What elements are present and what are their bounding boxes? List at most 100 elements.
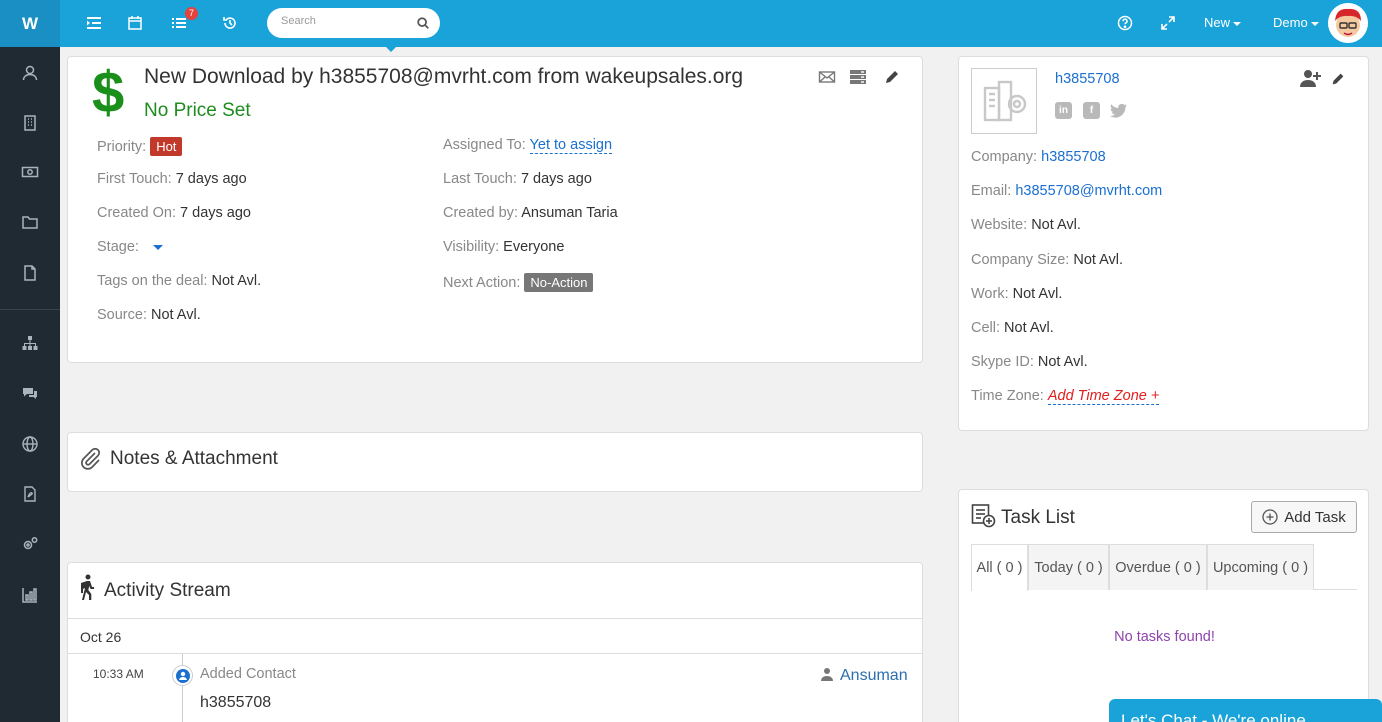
mail-icon[interactable] (818, 68, 836, 86)
work-label: Work: (971, 286, 1009, 302)
stage-field: Stage: (97, 239, 163, 255)
sidebar-item-reports-doc[interactable] (0, 474, 60, 514)
history-icon[interactable] (219, 12, 241, 34)
assigned-field: Assigned To: Yet to assign (443, 137, 613, 154)
sidebar-item-web[interactable] (0, 424, 60, 464)
activity-date: Oct 26 (80, 629, 122, 645)
money-icon (21, 166, 39, 178)
chevron-down-icon (1310, 21, 1319, 26)
activity-card: Activity Stream Oct 26 10:33 AM Added Co… (67, 562, 923, 722)
contact-name-link[interactable]: h3855708 (1055, 71, 1120, 87)
page-pointer (386, 47, 396, 52)
email-link[interactable]: h3855708@mvrht.com (1015, 183, 1162, 199)
task-list-title: Task List (1001, 507, 1075, 528)
search-input[interactable] (281, 15, 411, 27)
folder-icon (22, 216, 38, 229)
task-list-icon (971, 504, 996, 528)
linkedin-icon[interactable]: in (1055, 102, 1072, 119)
sidebar-item-analytics[interactable] (0, 575, 60, 615)
add-timezone-link[interactable]: Add Time Zone + (1047, 388, 1160, 405)
notes-card: Notes & Attachment (67, 432, 923, 492)
search-icon[interactable] (416, 16, 430, 30)
live-chat-widget[interactable]: Let's Chat - We're online (1109, 699, 1382, 722)
tags-label: Tags on the deal: (97, 273, 208, 289)
sidebar-item-contacts[interactable] (0, 53, 60, 93)
company-link[interactable]: h3855708 (1041, 149, 1106, 165)
facebook-icon[interactable]: f (1083, 102, 1100, 119)
twitter-icon[interactable] (1110, 103, 1128, 119)
menu-indent-icon[interactable] (83, 12, 105, 34)
add-task-button[interactable]: Add Task (1251, 501, 1357, 533)
skype-field: Skype ID: Not Avl. (971, 354, 1088, 370)
tab-upcoming[interactable]: Upcoming ( 0 ) (1207, 544, 1314, 590)
chat-label: Let's Chat - We're online (1121, 711, 1306, 722)
visibility-label: Visibility: (443, 239, 500, 255)
deal-title: New Download by h3855708@mvrht.com from … (144, 65, 744, 88)
sidebar-item-settings[interactable] (0, 524, 60, 564)
avatar[interactable] (1328, 3, 1368, 43)
first-touch-value: 7 days ago (175, 171, 247, 187)
sidebar-item-folders[interactable] (0, 202, 60, 242)
skype-value: Not Avl. (1037, 354, 1088, 370)
work-value: Not Avl. (1012, 286, 1063, 302)
calendar-icon[interactable] (124, 12, 146, 34)
created-by-label: Created by: (443, 205, 518, 221)
company-label: Company: (971, 149, 1038, 165)
edit-icon[interactable] (883, 68, 901, 86)
contact-card: h3855708 in f Company: h3855708 Email: h… (958, 56, 1369, 431)
sidebar-item-documents[interactable] (0, 253, 60, 293)
website-label: Website: (971, 217, 1028, 233)
sidebar-item-companies[interactable] (0, 103, 60, 143)
activity-user-link[interactable]: Ansuman (840, 667, 908, 685)
contact-added-icon (172, 665, 193, 686)
comments-icon (23, 388, 37, 399)
edit-icon[interactable] (1330, 71, 1346, 87)
tab-today[interactable]: Today ( 0 ) (1028, 544, 1109, 590)
tab-overdue[interactable]: Overdue ( 0 ) (1109, 544, 1207, 590)
expand-icon[interactable] (1157, 12, 1179, 34)
skype-label: Skype ID: (971, 354, 1034, 370)
activity-subject[interactable]: h3855708 (200, 694, 271, 712)
plus-circle-icon (1262, 509, 1278, 525)
activity-action: Added Contact (200, 666, 296, 682)
created-by-field: Created by: Ansuman Taria (443, 205, 618, 221)
deal-price: No Price Set (144, 100, 251, 121)
next-action-badge[interactable]: No-Action (524, 273, 594, 292)
cell-field: Cell: Not Avl. (971, 320, 1054, 336)
new-menu[interactable]: New (1204, 15, 1242, 30)
task-list-card: Task List Add Task All ( 0 ) Today ( 0 )… (958, 489, 1369, 722)
created-on-label: Created On: (97, 205, 176, 221)
building-icon (24, 115, 36, 131)
assign-link[interactable]: Yet to assign (529, 137, 613, 154)
help-icon[interactable] (1114, 12, 1136, 34)
sidebar-item-deals[interactable] (0, 152, 60, 192)
add-user-icon[interactable] (1300, 69, 1322, 87)
website-field: Website: Not Avl. (971, 217, 1081, 233)
dollar-icon: $ (92, 60, 125, 125)
company-size-value: Not Avl. (1073, 252, 1124, 268)
sidebar-item-hierarchy[interactable] (0, 323, 60, 363)
priority-badge[interactable]: Hot (150, 137, 183, 156)
visibility-value: Everyone (503, 239, 565, 255)
cell-label: Cell: (971, 320, 1001, 336)
file-icon (24, 265, 36, 281)
task-list-icon[interactable]: 7 (168, 7, 198, 34)
sidebar-item-chat[interactable] (0, 373, 60, 413)
sidebar (0, 47, 60, 722)
stage-dropdown-icon[interactable] (152, 244, 163, 250)
cell-value: Not Avl. (1004, 320, 1054, 336)
activity-title: Activity Stream (104, 580, 231, 601)
tab-all[interactable]: All ( 0 ) (971, 544, 1028, 591)
priority-label: Priority: (97, 139, 147, 155)
user-menu[interactable]: Demo (1273, 15, 1319, 30)
chevron-down-icon (1233, 21, 1242, 26)
server-icon[interactable] (849, 68, 867, 86)
source-field: Source: Not Avl. (97, 307, 201, 323)
assigned-label: Assigned To: (443, 137, 526, 153)
notes-title[interactable]: Notes & Attachment (110, 448, 278, 470)
paperclip-icon (81, 447, 101, 470)
app-logo[interactable]: W (0, 0, 60, 47)
walking-icon (81, 574, 94, 600)
user-icon (821, 668, 833, 681)
activity-time: 10:33 AM (93, 667, 144, 681)
